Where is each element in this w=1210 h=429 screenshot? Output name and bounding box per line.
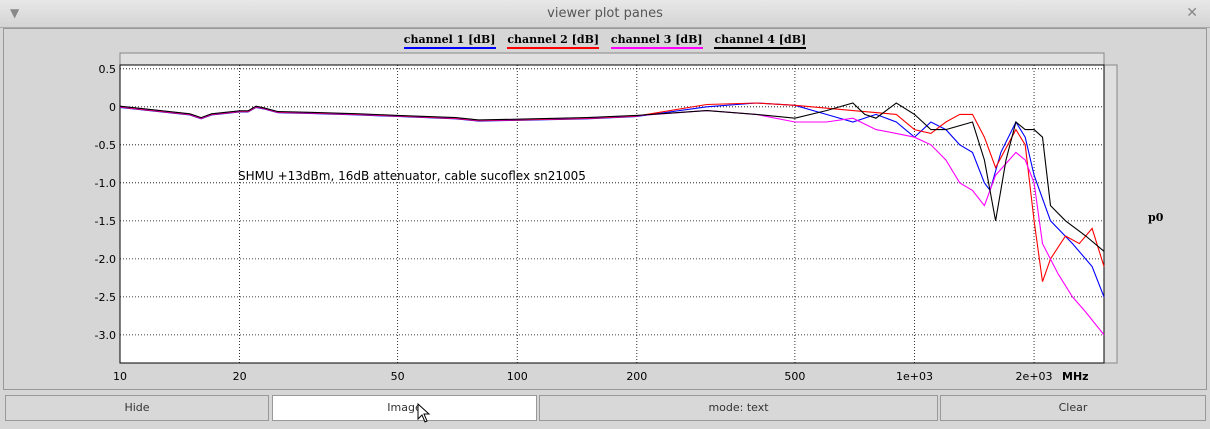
image-button[interactable]: Image xyxy=(272,395,537,421)
x-tick-label: 500 xyxy=(784,370,805,383)
y-tick-label: -2.0 xyxy=(95,253,116,266)
x-tick-label: 50 xyxy=(391,370,405,383)
y-tick-label: -2.5 xyxy=(95,291,116,304)
y-tick-label: -3.0 xyxy=(95,329,116,342)
x-tick-label: 2e+03 xyxy=(1016,370,1053,383)
mouse-cursor-icon xyxy=(417,403,431,423)
y-tick-label: -1.5 xyxy=(95,215,116,228)
x-axis-label: MHz xyxy=(1062,370,1089,383)
horizontal-scrollbar[interactable] xyxy=(119,52,1105,66)
vertical-scrollbar[interactable] xyxy=(1103,64,1118,364)
y-tick-label: 0 xyxy=(109,101,116,114)
clear-button[interactable]: Clear xyxy=(940,395,1206,421)
x-tick-label: 1e+03 xyxy=(896,370,933,383)
mode-button[interactable]: mode: text xyxy=(539,395,938,421)
x-tick-label: 10 xyxy=(113,370,127,383)
x-tick-label: 20 xyxy=(233,370,247,383)
y-tick-label: -1.0 xyxy=(95,177,116,190)
y-tick-label: -0.5 xyxy=(95,139,116,152)
x-tick-label: 200 xyxy=(626,370,647,383)
plot-annotation: SHMU +13dBm, 16dB attenuator, cable suco… xyxy=(238,169,586,183)
y-tick-label: 0.5 xyxy=(99,63,117,76)
x-tick-label: 100 xyxy=(507,370,528,383)
pane-label: p0 xyxy=(1148,211,1164,224)
plot-chart: 10 20 50 100 200 500 1e+03 2e+03 MHz 0.5 0 -0.5 -1.0… xyxy=(95,52,1118,383)
hide-button[interactable]: Hide xyxy=(5,395,269,421)
